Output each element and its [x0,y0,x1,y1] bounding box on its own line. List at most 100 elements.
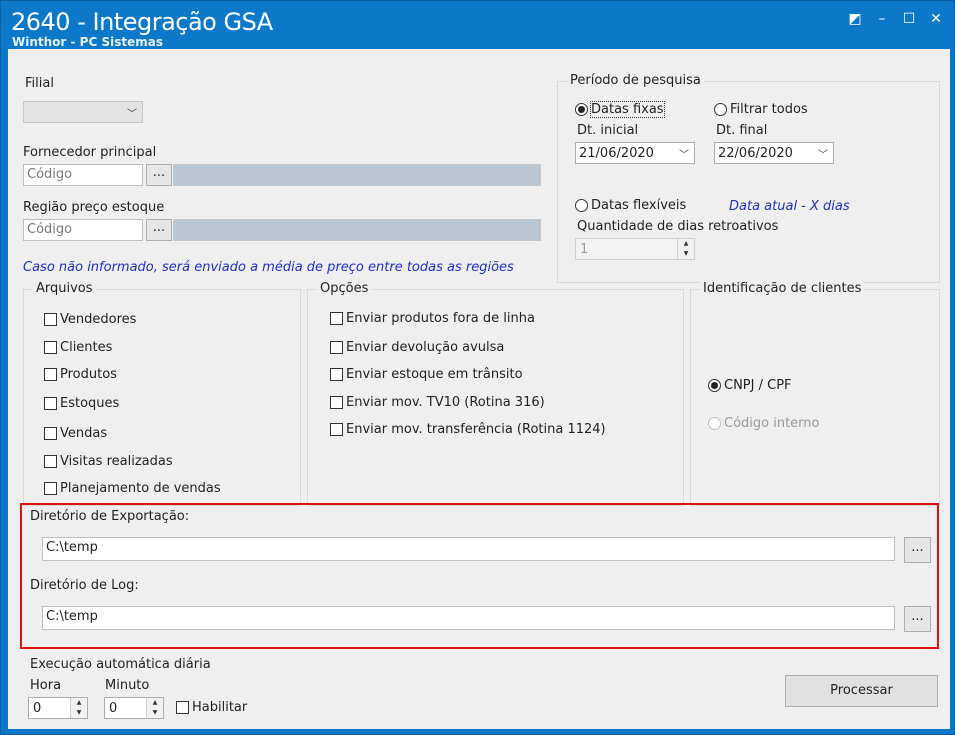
chevron-down-icon: ﹀ [818,150,828,161]
dt-final-label: Dt. final [716,123,768,138]
fornecedor-label: Fornecedor principal [23,145,157,160]
regiao-search-button[interactable]: ... [146,219,172,241]
fornecedor-code-input[interactable]: Código [23,164,143,186]
opcoes-group: Opções Enviar produtos fora de linha Env… [307,281,684,506]
identificacao-title: Identificação de clientes [700,281,865,296]
checkbox-label: Estoques [60,396,120,411]
minuto-label: Minuto [105,678,150,693]
dt-inicial-value: 21/06/2020 [579,146,654,161]
quantidade-stepper[interactable]: 1 ▲ ▼ [575,238,695,260]
checkbox-visitas[interactable]: Visitas realizadas [44,454,173,469]
spin-down-icon[interactable]: ▼ [678,249,694,259]
checkbox-label: Produtos [60,367,117,382]
checkbox-icon [330,312,343,325]
filial-label: Filial [25,76,54,91]
window-subtitle: Winthor - PC Sistemas [12,35,163,49]
checkbox-vendedores[interactable]: Vendedores [44,312,136,327]
regiao-name-field [173,219,541,241]
spin-down-icon[interactable]: ▼ [71,708,87,718]
arquivos-title: Arquivos [33,281,96,296]
checkbox-label: Clientes [60,340,113,355]
spin-up-icon[interactable]: ▲ [147,698,163,708]
log-path-input[interactable]: C:\temp [42,606,895,630]
checkbox-icon [330,368,343,381]
identificacao-group: Identificação de clientes CNPJ / CPF Cód… [690,281,940,506]
regiao-code-input[interactable]: Código [23,219,143,241]
minuto-stepper[interactable]: 0 ▲ ▼ [104,697,164,719]
radio-unchecked-icon [708,417,721,430]
checkbox-icon [330,396,343,409]
hora-stepper[interactable]: 0 ▲ ▼ [28,697,88,719]
spin-down-icon[interactable]: ▼ [147,708,163,718]
checkbox-vendas[interactable]: Vendas [44,426,107,441]
cnpj-cpf-radio[interactable]: CNPJ / CPF [708,378,792,393]
radio-unchecked-icon [714,103,727,116]
fornecedor-search-button[interactable]: ... [146,164,172,186]
datas-fixas-label: Datas fixas [590,101,665,118]
checkbox-icon [44,455,57,468]
checkbox-label: Enviar produtos fora de linha [346,311,535,326]
checkbox-icon [176,701,189,714]
checkbox-label: Enviar devolução avulsa [346,340,505,355]
checkbox-icon [44,368,57,381]
maximize-button[interactable]: ☐ [900,11,918,27]
codigo-interno-radio[interactable]: Código interno [708,416,820,431]
checkbox-label: Enviar mov. TV10 (Rotina 316) [346,395,545,410]
checkbox-produtos[interactable]: Produtos [44,367,117,382]
exportacao-browse-button[interactable]: ... [904,537,931,563]
quantidade-label: Quantidade de dias retroativos [577,219,779,234]
chevron-down-icon: ﹀ [679,150,689,161]
cnpj-cpf-label: CNPJ / CPF [724,378,792,393]
checkbox-icon [44,341,57,354]
checkbox-clientes[interactable]: Clientes [44,340,112,355]
periodo-title: Período de pesquisa [567,73,704,88]
chevron-down-icon: ﹀ [127,109,137,120]
datas-fixas-radio[interactable]: Datas fixas [575,101,665,118]
datas-flexiveis-radio[interactable]: Datas flexíveis [575,198,686,213]
habilitar-label: Habilitar [192,700,248,715]
dt-final-picker[interactable]: 22/06/2020 ﹀ [714,142,834,164]
data-atual-hint: Data atual - X dias [729,199,850,214]
checkbox-mov-transferencia[interactable]: Enviar mov. transferência (Rotina 1124) [330,422,606,437]
arquivos-group: Arquivos Vendedores Clientes Produtos Es… [23,281,301,506]
processar-button[interactable]: Processar [785,675,938,707]
log-label: Diretório de Log: [30,578,139,593]
opcoes-title: Opções [317,281,372,296]
checkbox-icon [44,397,57,410]
fornecedor-name-field [173,164,541,186]
checkbox-label: Visitas realizadas [60,454,173,469]
title-bar[interactable]: 2640 - Integração GSA Winthor - PC Siste… [1,1,954,49]
dt-inicial-picker[interactable]: 21/06/2020 ﹀ [575,142,695,164]
spin-up-icon[interactable]: ▲ [678,239,694,249]
minimize-button[interactable]: – [873,11,891,27]
checkbox-mov-tv10[interactable]: Enviar mov. TV10 (Rotina 316) [330,395,545,410]
habilitar-checkbox[interactable]: Habilitar [176,700,247,715]
log-browse-button[interactable]: ... [904,606,931,632]
spin-up-icon[interactable]: ▲ [71,698,87,708]
minuto-value: 0 [109,701,118,716]
execucao-title: Execução automática diária [30,657,211,672]
app-window: 2640 - Integração GSA Winthor - PC Siste… [0,0,955,735]
close-button[interactable]: ✕ [927,11,945,27]
hora-label: Hora [30,678,62,693]
regiao-label: Região preço estoque [23,200,165,215]
radio-checked-icon [708,379,721,392]
restore-icon[interactable]: ◩ [846,11,864,27]
filtrar-todos-radio[interactable]: Filtrar todos [714,102,808,117]
checkbox-icon [330,341,343,354]
checkbox-devolucao-avulsa[interactable]: Enviar devolução avulsa [330,340,504,355]
checkbox-planejamento[interactable]: Planejamento de vendas [44,481,221,496]
form-area: Filial ﹀ Fornecedor principal Código ...… [8,49,950,729]
checkbox-icon [330,423,343,436]
checkbox-icon [44,427,57,440]
datas-flexiveis-label: Datas flexíveis [591,198,687,213]
exportacao-path-input[interactable]: C:\temp [42,537,895,561]
checkbox-label: Vendas [60,426,108,441]
filial-select[interactable]: ﹀ [23,101,143,123]
dt-final-value: 22/06/2020 [718,146,793,161]
checkbox-fora-de-linha[interactable]: Enviar produtos fora de linha [330,311,535,326]
checkbox-estoques[interactable]: Estoques [44,396,119,411]
filtrar-todos-label: Filtrar todos [730,102,808,117]
radio-unchecked-icon [575,199,588,212]
checkbox-estoque-transito[interactable]: Enviar estoque em trânsito [330,367,523,382]
